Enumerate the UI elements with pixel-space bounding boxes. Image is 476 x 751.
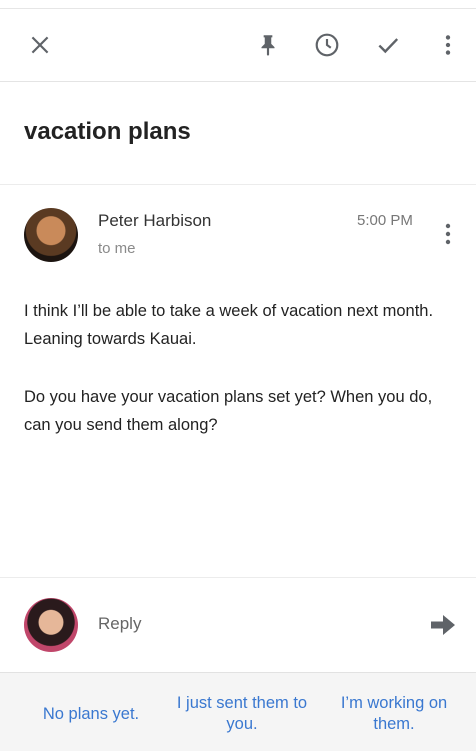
email-subject: vacation plans	[24, 118, 191, 145]
clock-icon[interactable]	[311, 29, 343, 61]
pin-icon[interactable]	[252, 29, 284, 61]
sender-name[interactable]: Peter Harbison	[98, 211, 211, 231]
email-time: 5:00 PM	[357, 212, 413, 229]
reply-input[interactable]: Reply	[98, 614, 141, 634]
toolbar	[0, 9, 476, 82]
close-icon[interactable]	[24, 29, 56, 61]
divider	[0, 184, 476, 185]
divider	[0, 577, 476, 578]
sender-avatar[interactable]	[24, 208, 78, 262]
smart-reply-bar: No plans yet. I just sent them to you. I…	[0, 672, 476, 751]
email-body-paragraph: I think I’ll be able to take a week of v…	[24, 302, 434, 348]
status-strip	[0, 0, 476, 9]
more-vertical-icon[interactable]	[432, 29, 464, 61]
arrow-right-icon[interactable]	[429, 612, 457, 638]
smart-reply-no-plans[interactable]: No plans yet.	[20, 704, 162, 725]
smart-reply-just-sent[interactable]: I just sent them to you.	[172, 693, 312, 735]
email-body-paragraph: Do you have your vacation plans set yet?…	[24, 388, 433, 434]
smart-reply-working[interactable]: I’m working on them.	[330, 693, 458, 735]
recipient-label[interactable]: to me	[98, 240, 136, 257]
message-more-icon[interactable]	[437, 222, 459, 248]
user-avatar	[24, 598, 78, 652]
check-icon[interactable]	[372, 29, 404, 61]
